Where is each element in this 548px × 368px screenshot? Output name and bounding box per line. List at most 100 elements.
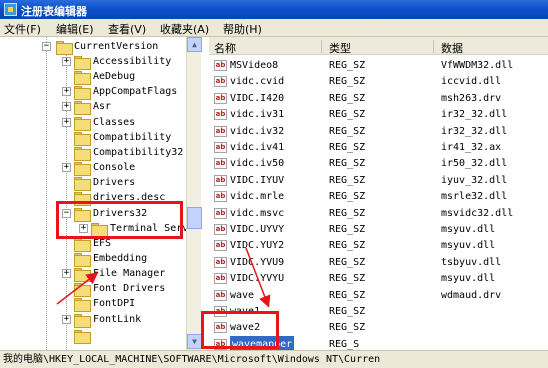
tree-label: AppCompatFlags xyxy=(93,86,178,97)
value-row[interactable]: ab VIDC.YVU9 REG_SZ tsbyuv.dll xyxy=(209,254,548,271)
value-data: msvidc32.dll xyxy=(441,207,514,219)
value-name: MSVideo8 xyxy=(230,60,279,71)
column-data-header[interactable]: 数据 xyxy=(441,40,463,56)
expand-icon[interactable]: + xyxy=(62,57,71,66)
value-type: REG_SZ xyxy=(329,273,366,285)
folder-icon xyxy=(74,132,91,146)
column-type-header[interactable]: 类型 xyxy=(329,40,351,56)
string-value-icon: ab xyxy=(214,92,227,104)
folder-icon xyxy=(74,101,91,115)
value-type: REG_SZ xyxy=(329,174,366,186)
tree-label: AeDebug xyxy=(93,71,136,82)
expand-icon[interactable]: + xyxy=(62,163,71,172)
menu-file[interactable]: 文件(F) xyxy=(4,21,41,37)
scroll-up-icon[interactable]: ▲ xyxy=(187,37,202,52)
value-data: msyuv.dll xyxy=(441,224,496,235)
tree-guide-line xyxy=(46,37,47,350)
value-name: vidc.msvc xyxy=(230,207,285,219)
registry-app-icon xyxy=(4,3,17,16)
string-value-icon: ab xyxy=(214,76,227,88)
value-row[interactable]: ab VIDC.YVYU REG_SZ msyuv.dll xyxy=(209,270,548,287)
collapse-icon[interactable]: − xyxy=(42,42,51,51)
column-name-header[interactable]: 名称 xyxy=(214,40,236,56)
value-type: REG_SZ xyxy=(329,191,366,203)
window-title: 注册表编辑器 xyxy=(21,5,87,18)
value-row[interactable]: ab vidc.cvid REG_SZ iccvid.dll xyxy=(209,73,548,90)
menu-edit[interactable]: 编辑(E) xyxy=(56,21,94,37)
folder-icon xyxy=(74,177,91,191)
value-row[interactable]: ab vidc.mrle REG_SZ msrle32.dll xyxy=(209,188,548,205)
value-row[interactable]: ab wave REG_SZ wdmaud.drv xyxy=(209,287,548,304)
tree-label: CurrentVersion xyxy=(74,41,159,52)
value-row[interactable]: ab VIDC.UYVY REG_SZ msyuv.dll xyxy=(209,221,548,238)
string-value-icon: ab xyxy=(214,273,227,285)
value-type: REG_SZ xyxy=(329,306,366,317)
value-data: VfWWDM32.dll xyxy=(441,60,514,71)
menu-favorites[interactable]: 收藏夹(A) xyxy=(160,21,209,37)
scroll-down-icon[interactable]: ▼ xyxy=(187,334,202,349)
expand-icon[interactable]: + xyxy=(62,269,71,278)
value-name: vidc.iv31 xyxy=(230,109,285,121)
value-name: wave xyxy=(230,289,255,301)
status-bar: 我的电脑\HKEY_LOCAL_MACHINE\SOFTWARE\Microso… xyxy=(0,350,548,368)
value-row[interactable]: ab vidc.iv41 REG_SZ ir41_32.ax xyxy=(209,139,548,156)
tree-label: Classes xyxy=(93,117,136,128)
value-row[interactable]: ab vidc.msvc REG_SZ msvidc32.dll xyxy=(209,205,548,222)
folder-icon xyxy=(74,71,91,85)
value-data: iccvid.dll xyxy=(441,76,502,88)
value-data: iyuv_32.dll xyxy=(441,174,508,186)
tree-label: Embedding xyxy=(93,253,148,264)
title-bar: 注册表编辑器 xyxy=(0,0,548,19)
value-type: REG_SZ xyxy=(329,289,366,301)
value-name: VIDC.YUY2 xyxy=(230,240,285,252)
menu-view[interactable]: 查看(V) xyxy=(108,21,146,37)
value-type: REG_S xyxy=(329,338,360,350)
string-value-icon: ab xyxy=(214,289,227,301)
folder-open-icon xyxy=(56,41,73,55)
tree-scrollbar[interactable]: ▲ ▼ xyxy=(186,37,202,350)
tree-label: FontDPI xyxy=(93,298,136,309)
folder-icon xyxy=(74,56,91,70)
value-data: tsbyuv.dll xyxy=(441,256,502,268)
column-divider[interactable] xyxy=(321,40,322,53)
string-value-icon: ab xyxy=(214,224,227,235)
value-name: vidc.cvid xyxy=(230,76,285,88)
value-name: VIDC.I420 xyxy=(230,92,285,104)
value-row[interactable]: ab VIDC.IYUV REG_SZ iyuv_32.dll xyxy=(209,172,548,189)
folder-icon xyxy=(74,298,91,312)
expand-icon[interactable]: + xyxy=(62,102,71,111)
key-tree[interactable]: − CurrentVersion + Accessibility AeDebug… xyxy=(0,37,201,350)
expand-icon[interactable]: + xyxy=(62,118,71,127)
value-row[interactable]: ab VIDC.YUY2 REG_SZ msyuv.dll xyxy=(209,237,548,254)
tree-label: Compatibility xyxy=(93,132,172,143)
value-row[interactable]: ab vidc.iv31 REG_SZ ir32_32.dll xyxy=(209,106,548,123)
column-divider[interactable] xyxy=(433,40,434,53)
value-data: ir32_32.dll xyxy=(441,109,508,121)
value-name: VIDC.YVU9 xyxy=(230,256,285,268)
value-name: VIDC.IYUV xyxy=(230,174,285,186)
tree-label: Drivers xyxy=(93,177,136,188)
value-type: REG_SZ xyxy=(329,256,366,268)
value-list[interactable]: 名称 类型 数据 ab MSVideo8 REG_SZ VfWWDM32.dll ab v… xyxy=(209,37,548,350)
menu-help[interactable]: 帮助(H) xyxy=(223,21,262,37)
value-type: REG_SZ xyxy=(329,322,366,334)
tree-label: File Manager xyxy=(93,268,166,279)
highlight-box-drivers32 xyxy=(56,201,183,239)
value-data: msrle32.dll xyxy=(441,191,508,203)
scroll-thumb[interactable] xyxy=(187,207,202,229)
string-value-icon: ab xyxy=(214,60,227,71)
string-value-icon: ab xyxy=(214,191,227,203)
value-row[interactable]: ab VIDC.I420 REG_SZ msh263.drv xyxy=(209,90,548,107)
value-row[interactable]: ab vidc.iv32 REG_SZ ir32_32.dll xyxy=(209,123,548,140)
expand-icon[interactable]: + xyxy=(62,87,71,96)
tree-label: Compatibility32 xyxy=(93,147,184,158)
value-data: msyuv.dll xyxy=(441,273,496,285)
value-data: ir32_32.dll xyxy=(441,125,508,137)
value-row[interactable]: ab vidc.iv50 REG_SZ ir50_32.dll xyxy=(209,155,548,172)
tree-label: Asr xyxy=(93,101,112,112)
folder-icon xyxy=(74,253,91,267)
folder-icon xyxy=(74,238,91,252)
value-row[interactable]: ab MSVideo8 REG_SZ VfWWDM32.dll xyxy=(209,57,548,74)
expand-icon[interactable]: + xyxy=(62,315,71,324)
value-type: REG_SZ xyxy=(329,76,366,88)
